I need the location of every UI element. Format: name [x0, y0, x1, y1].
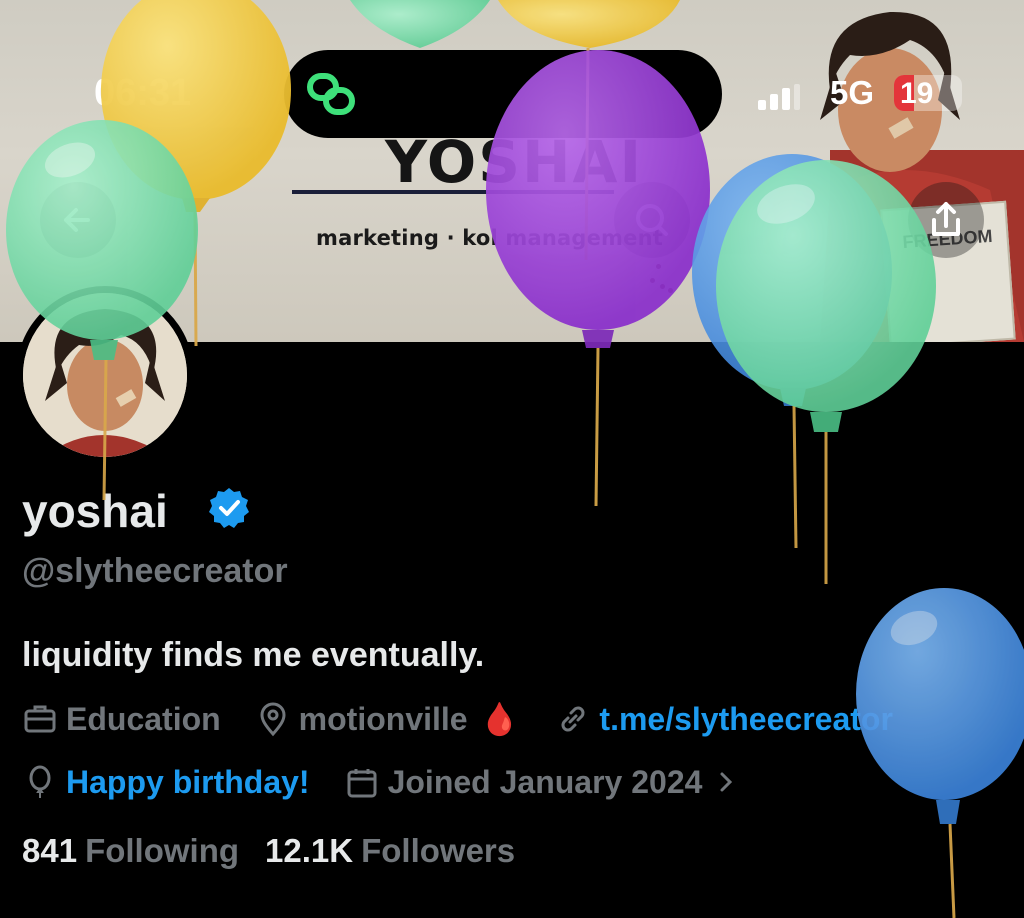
- follow-stats: 841 Following 12.1K Followers: [22, 832, 541, 870]
- blood-drop-emoji: 🩸: [479, 701, 520, 737]
- banner-splatter: [648, 258, 678, 298]
- profile-joined[interactable]: Joined January 2024: [344, 764, 745, 801]
- balloon-icon: [29, 765, 51, 798]
- followers-label[interactable]: Followers: [361, 832, 515, 870]
- battery-indicator: 19: [894, 75, 962, 111]
- following-label[interactable]: Following: [85, 832, 239, 870]
- profile-website[interactable]: t.me/slytheecreator: [555, 701, 893, 738]
- category-label: Education: [66, 700, 221, 737]
- profile-birthday[interactable]: Happy birthday!: [22, 764, 310, 801]
- balloon-blue-bottom: [856, 588, 1024, 918]
- banner-divider: [292, 190, 614, 194]
- search-icon: [636, 204, 668, 236]
- banner-tagline: marketing · kol management: [316, 226, 663, 250]
- user-handle: @slytheecreator: [22, 552, 288, 590]
- avatar[interactable]: [16, 286, 194, 464]
- display-name: yoshai: [22, 485, 168, 537]
- search-button[interactable]: [614, 182, 690, 258]
- calendar-icon: [347, 769, 377, 798]
- briefcase-icon: [24, 705, 56, 733]
- arrow-left-icon: [64, 208, 90, 232]
- link-chain-icon: [307, 73, 355, 115]
- profile-bio: liquidity finds me eventually.: [22, 636, 485, 674]
- following-count[interactable]: 841: [22, 832, 77, 870]
- avatar-character-illustration: [23, 293, 187, 457]
- link-icon: [561, 706, 585, 732]
- profile-location: motionville 🩸: [255, 700, 520, 738]
- status-time: 06:31: [94, 72, 192, 114]
- battery-percent: 19: [900, 77, 934, 110]
- banner-logo-text: YOSHAI: [385, 128, 644, 196]
- share-button[interactable]: [908, 182, 984, 258]
- back-button[interactable]: [40, 182, 116, 258]
- dynamic-island[interactable]: [284, 50, 722, 138]
- avatar-image: [23, 293, 187, 457]
- joined-label: Joined January 2024: [387, 763, 703, 800]
- profile-meta-row-2: Happy birthday! Joined January 2024: [22, 760, 744, 804]
- location-label: motionville: [298, 700, 468, 737]
- followers-count[interactable]: 12.1K: [265, 832, 353, 870]
- website-link[interactable]: t.me/slytheecreator: [599, 701, 892, 738]
- network-type: 5G: [830, 74, 875, 111]
- birthday-label[interactable]: Happy birthday!: [66, 764, 310, 801]
- chevron-right-icon: [720, 772, 733, 792]
- verified-badge-icon[interactable]: [207, 486, 251, 530]
- profile-category: Education: [22, 701, 221, 738]
- profile-meta-row: Education motionville 🩸 t.me/slytheecrea…: [22, 697, 893, 741]
- share-icon: [932, 202, 960, 236]
- location-pin-icon: [260, 702, 286, 737]
- signal-strength-icon: [758, 84, 800, 110]
